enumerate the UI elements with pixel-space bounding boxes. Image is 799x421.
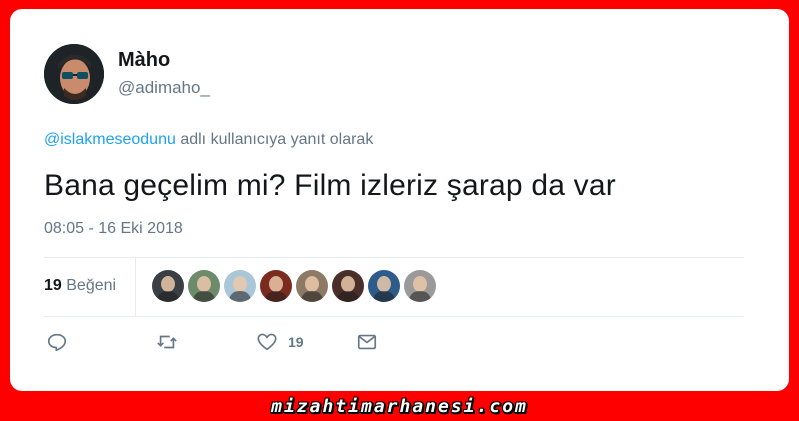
reply-context-text: adlı kullanıcıya yanıt olarak — [175, 131, 374, 148]
like-count: 19 — [288, 334, 304, 350]
retweet-button[interactable] — [156, 331, 178, 353]
liker-avatar-2[interactable] — [188, 270, 220, 302]
liker-face-icon — [269, 276, 283, 292]
liker-body-icon — [157, 291, 179, 302]
reply-context: @islakmeseodunu adlı kullanıcıya yanıt o… — [44, 131, 373, 149]
vertical-divider — [135, 258, 136, 316]
liker-face-icon — [413, 276, 427, 292]
heart-icon — [257, 333, 277, 351]
liker-body-icon — [373, 291, 395, 302]
liker-body-icon — [301, 291, 323, 302]
liker-face-icon — [305, 276, 319, 292]
liker-avatar-3[interactable] — [224, 270, 256, 302]
liker-face-icon — [161, 276, 175, 292]
tweet-timestamp[interactable]: 08:05 - 16 Eki 2018 — [44, 220, 183, 238]
reply-mention-link[interactable]: @islakmeseodunu — [44, 131, 176, 148]
liker-body-icon — [229, 291, 251, 302]
site-watermark: mizahtimarhanesi.com — [271, 396, 528, 417]
avatar-portrait-icon — [44, 44, 104, 104]
liker-avatar-6[interactable] — [332, 270, 364, 302]
tweet-card: Màho @adimaho_ @islakmeseodunu adlı kull… — [10, 9, 789, 391]
envelope-icon — [357, 334, 377, 350]
liker-face-icon — [197, 276, 211, 292]
user-handle[interactable]: @adimaho_ — [118, 78, 210, 98]
liker-face-icon — [377, 276, 391, 292]
tweet-text: Bana geçelim mi? Film izleriz şarap da v… — [44, 169, 616, 202]
liker-body-icon — [409, 291, 431, 302]
action-bar: 19 — [44, 331, 744, 361]
retweet-icon — [157, 335, 177, 349]
stats-row: 19 Beğeni — [44, 258, 744, 316]
likes-label: Beğeni — [66, 277, 117, 294]
likes-count: 19 — [44, 277, 62, 294]
user-avatar[interactable] — [44, 44, 104, 104]
liker-face-icon — [341, 276, 355, 292]
liker-avatar-5[interactable] — [296, 270, 328, 302]
liker-face-icon — [233, 276, 247, 292]
divider — [44, 316, 744, 317]
liker-avatar-1[interactable] — [152, 270, 184, 302]
liker-body-icon — [337, 291, 359, 302]
liker-avatar-4[interactable] — [260, 270, 292, 302]
display-name[interactable]: Màho — [118, 49, 170, 72]
liker-avatar-7[interactable] — [368, 270, 400, 302]
like-button[interactable]: 19 — [256, 331, 304, 353]
reply-icon — [47, 333, 67, 352]
direct-message-button[interactable] — [356, 331, 378, 353]
liker-avatar-8[interactable] — [404, 270, 436, 302]
liker-body-icon — [193, 291, 215, 302]
reply-button[interactable] — [46, 331, 68, 353]
liker-body-icon — [265, 291, 287, 302]
likers-avatar-list — [152, 270, 440, 302]
likes-stat[interactable]: 19 Beğeni — [44, 277, 116, 295]
